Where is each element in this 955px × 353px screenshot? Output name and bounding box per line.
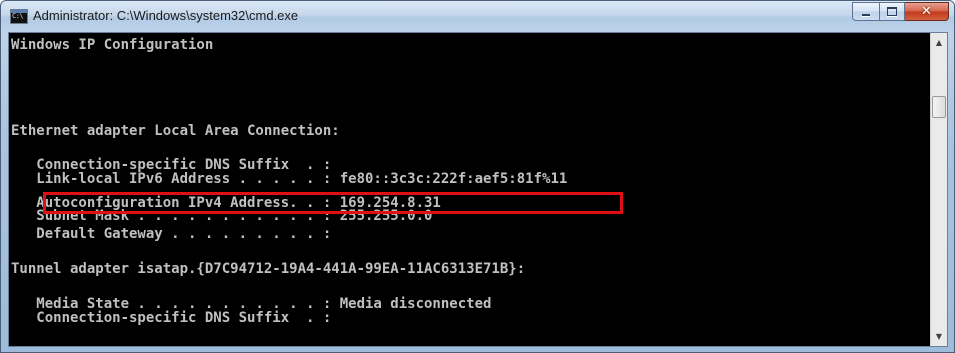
- console-line: Ethernet adapter Local Area Connection:: [11, 123, 340, 139]
- maximize-button[interactable]: [879, 2, 905, 21]
- cmd-icon-glyph: C:\: [12, 12, 24, 20]
- maximize-icon: [887, 7, 897, 16]
- console-output[interactable]: Windows IP Configuration Ethernet adapte…: [9, 33, 930, 346]
- console-line: Connection-specific DNS Suffix . :: [11, 157, 332, 173]
- close-button[interactable]: ✕: [905, 2, 949, 21]
- console-line: Default Gateway . . . . . . . . . :: [11, 226, 332, 242]
- minimize-button[interactable]: [852, 2, 879, 21]
- ipv4-highlight-box: [43, 192, 623, 214]
- console-frame: Windows IP Configuration Ethernet adapte…: [8, 32, 948, 347]
- console-line: Windows IP Configuration: [11, 37, 214, 53]
- close-icon: ✕: [921, 4, 932, 19]
- scroll-up-arrow-icon[interactable]: ▲: [931, 34, 947, 51]
- console-line: Link-local IPv6 Address . . . . . : fe80…: [11, 171, 568, 187]
- title-bar[interactable]: C:\ Administrator: C:\Windows\system32\c…: [1, 1, 954, 31]
- vertical-scrollbar[interactable]: ▲ ▼: [930, 33, 947, 346]
- window-title: Administrator: C:\Windows\system32\cmd.e…: [33, 8, 299, 23]
- scroll-thumb[interactable]: [932, 96, 946, 118]
- cmd-icon-bar: [11, 10, 27, 13]
- console-line: Media State . . . . . . . . . . . : Medi…: [11, 296, 492, 312]
- console-line: Connection-specific DNS Suffix . :: [11, 310, 332, 326]
- cmd-icon[interactable]: C:\: [10, 9, 28, 24]
- scroll-down-arrow-icon[interactable]: ▼: [931, 328, 947, 345]
- minimize-icon: [862, 13, 870, 16]
- cmd-window: C:\ Administrator: C:\Windows\system32\c…: [0, 0, 955, 353]
- console-line: Tunnel adapter isatap.{D7C94712-19A4-441…: [11, 261, 526, 277]
- caption-buttons: ✕: [852, 2, 949, 22]
